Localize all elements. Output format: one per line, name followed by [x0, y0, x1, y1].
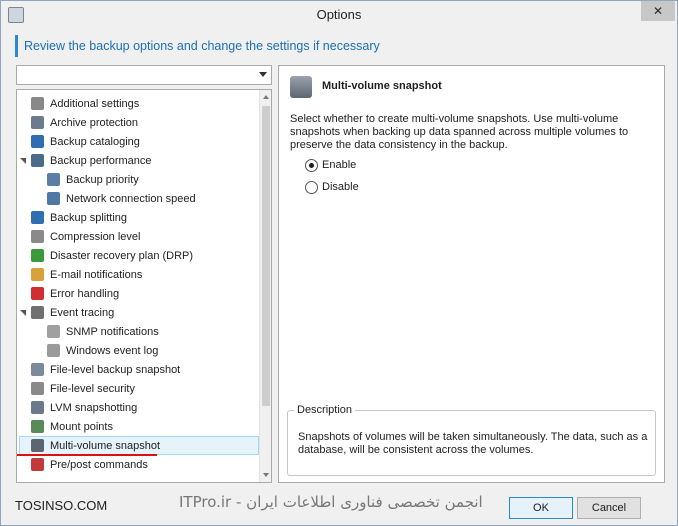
tree-item-label: Mount points [50, 421, 113, 433]
settings-panel: Multi-volume snapshot Select whether to … [278, 65, 665, 483]
description-legend: Description [294, 404, 356, 416]
expander-icon[interactable] [20, 158, 26, 164]
file-security-icon [31, 382, 44, 395]
tree-item-label: Archive protection [50, 117, 139, 129]
tree-item[interactable]: SNMP notifications [17, 323, 257, 341]
tree-item[interactable]: Backup performance [17, 152, 257, 170]
multi-volume-icon [31, 439, 44, 452]
tree-item[interactable]: Multi-volume snapshot [17, 436, 259, 455]
scroll-thumb[interactable] [262, 106, 270, 406]
tree-item[interactable]: File-level backup snapshot [17, 361, 257, 379]
tree-item-label: LVM snapshotting [50, 402, 138, 414]
window-title: Options [316, 7, 362, 22]
disable-radio[interactable]: Disable [305, 180, 405, 196]
enable-radio[interactable]: Enable [305, 158, 405, 174]
archive-protection-icon [31, 116, 44, 129]
tree-item-label: Additional settings [50, 98, 140, 110]
tree-item-label: Disaster recovery plan (DRP) [50, 250, 194, 262]
tree-item-label: Compression level [50, 231, 141, 243]
tree-scrollbar[interactable] [259, 90, 271, 482]
disable-label: Disable [322, 181, 359, 193]
mount-points-icon [31, 420, 44, 433]
scroll-down-icon[interactable] [263, 473, 269, 477]
compression-icon [31, 230, 44, 243]
tree-item[interactable]: Archive protection [17, 114, 257, 132]
tree-item[interactable]: Backup splitting [17, 209, 257, 227]
snmp-icon [47, 325, 60, 338]
multi-volume-snapshot-icon [290, 76, 312, 98]
tree-item-label: Backup priority [66, 174, 139, 186]
tree-item-label: Backup cataloging [50, 136, 140, 148]
tree-item-label: Backup splitting [50, 212, 128, 224]
watermark-center: ITPro.ir - انجمن تخصصی فناوری اطلاعات ای… [179, 493, 483, 511]
file-snapshot-icon [31, 363, 44, 376]
tree-item[interactable]: Mount points [17, 418, 257, 436]
splitting-icon [31, 211, 44, 224]
priority-icon [47, 173, 60, 186]
tree-item[interactable]: Backup priority [17, 171, 257, 189]
network-icon [47, 192, 60, 205]
tree-item-label: File-level backup snapshot [50, 364, 181, 376]
tree-item-label: Multi-volume snapshot [50, 440, 161, 452]
tree-item-label: Pre/post commands [50, 459, 148, 471]
event-log-icon [47, 344, 60, 357]
performance-icon [31, 154, 44, 167]
filter-combobox[interactable] [16, 65, 272, 85]
tree-item-label: SNMP notifications [66, 326, 159, 338]
panel-title: Multi-volume snapshot [322, 80, 442, 92]
tree-item[interactable]: Event tracing [17, 304, 257, 322]
title-bar: Options ✕ [1, 1, 677, 29]
radio-circle[interactable] [305, 159, 318, 172]
tree-item[interactable]: E-mail notifications [17, 266, 257, 284]
panel-description: Select whether to create multi-volume sn… [290, 113, 629, 151]
tree-item-label: Windows event log [66, 345, 159, 357]
tree-item[interactable]: LVM snapshotting [17, 399, 257, 417]
cancel-button[interactable]: Cancel [577, 497, 641, 519]
options-dialog: Options ✕ Review the backup options and … [0, 0, 678, 526]
tree-item[interactable]: Error handling [17, 285, 257, 303]
cataloging-icon [31, 135, 44, 148]
commands-icon [31, 458, 44, 471]
description-text: Snapshots of volumes will be taken simul… [298, 431, 648, 456]
event-tracing-icon [31, 306, 44, 319]
selection-underline [17, 454, 157, 456]
drp-icon [31, 249, 44, 262]
tree-item-label: Backup performance [50, 155, 152, 167]
tree-item-label: File-level security [50, 383, 135, 395]
tree-item[interactable]: Additional settings [17, 95, 257, 113]
options-tree: Additional settings Archive protection Bac… [16, 89, 272, 483]
ok-button[interactable]: OK [509, 497, 573, 519]
expander-icon[interactable] [20, 310, 26, 316]
watermark-left: TOSINSO.COM [15, 498, 108, 513]
email-icon [31, 268, 44, 281]
header-instruction: Review the backup options and change the… [15, 35, 380, 57]
description-group: Description Snapshots of volumes will be… [287, 404, 656, 476]
lvm-icon [31, 401, 44, 414]
tree-item[interactable]: File-level security [17, 380, 257, 398]
radio-circle[interactable] [305, 181, 318, 194]
gear-icon [31, 97, 44, 110]
tree-item[interactable]: Windows event log [17, 342, 257, 360]
tree-item-label: Error handling [50, 288, 120, 300]
tree-item-label: Event tracing [50, 307, 115, 319]
tree-item-label: E-mail notifications [50, 269, 143, 281]
tree-item[interactable]: Backup cataloging [17, 133, 257, 151]
scroll-up-icon[interactable] [263, 95, 269, 99]
tree-item[interactable]: Disaster recovery plan (DRP) [17, 247, 257, 265]
chevron-down-icon[interactable] [259, 72, 267, 77]
enable-label: Enable [322, 159, 357, 171]
close-button[interactable]: ✕ [641, 1, 675, 21]
tree-item-label: Network connection speed [66, 193, 196, 205]
tree-item[interactable]: Pre/post commands [17, 456, 257, 474]
tree-item[interactable]: Network connection speed [17, 190, 257, 208]
error-icon [31, 287, 44, 300]
tree-item[interactable]: Compression level [17, 228, 257, 246]
